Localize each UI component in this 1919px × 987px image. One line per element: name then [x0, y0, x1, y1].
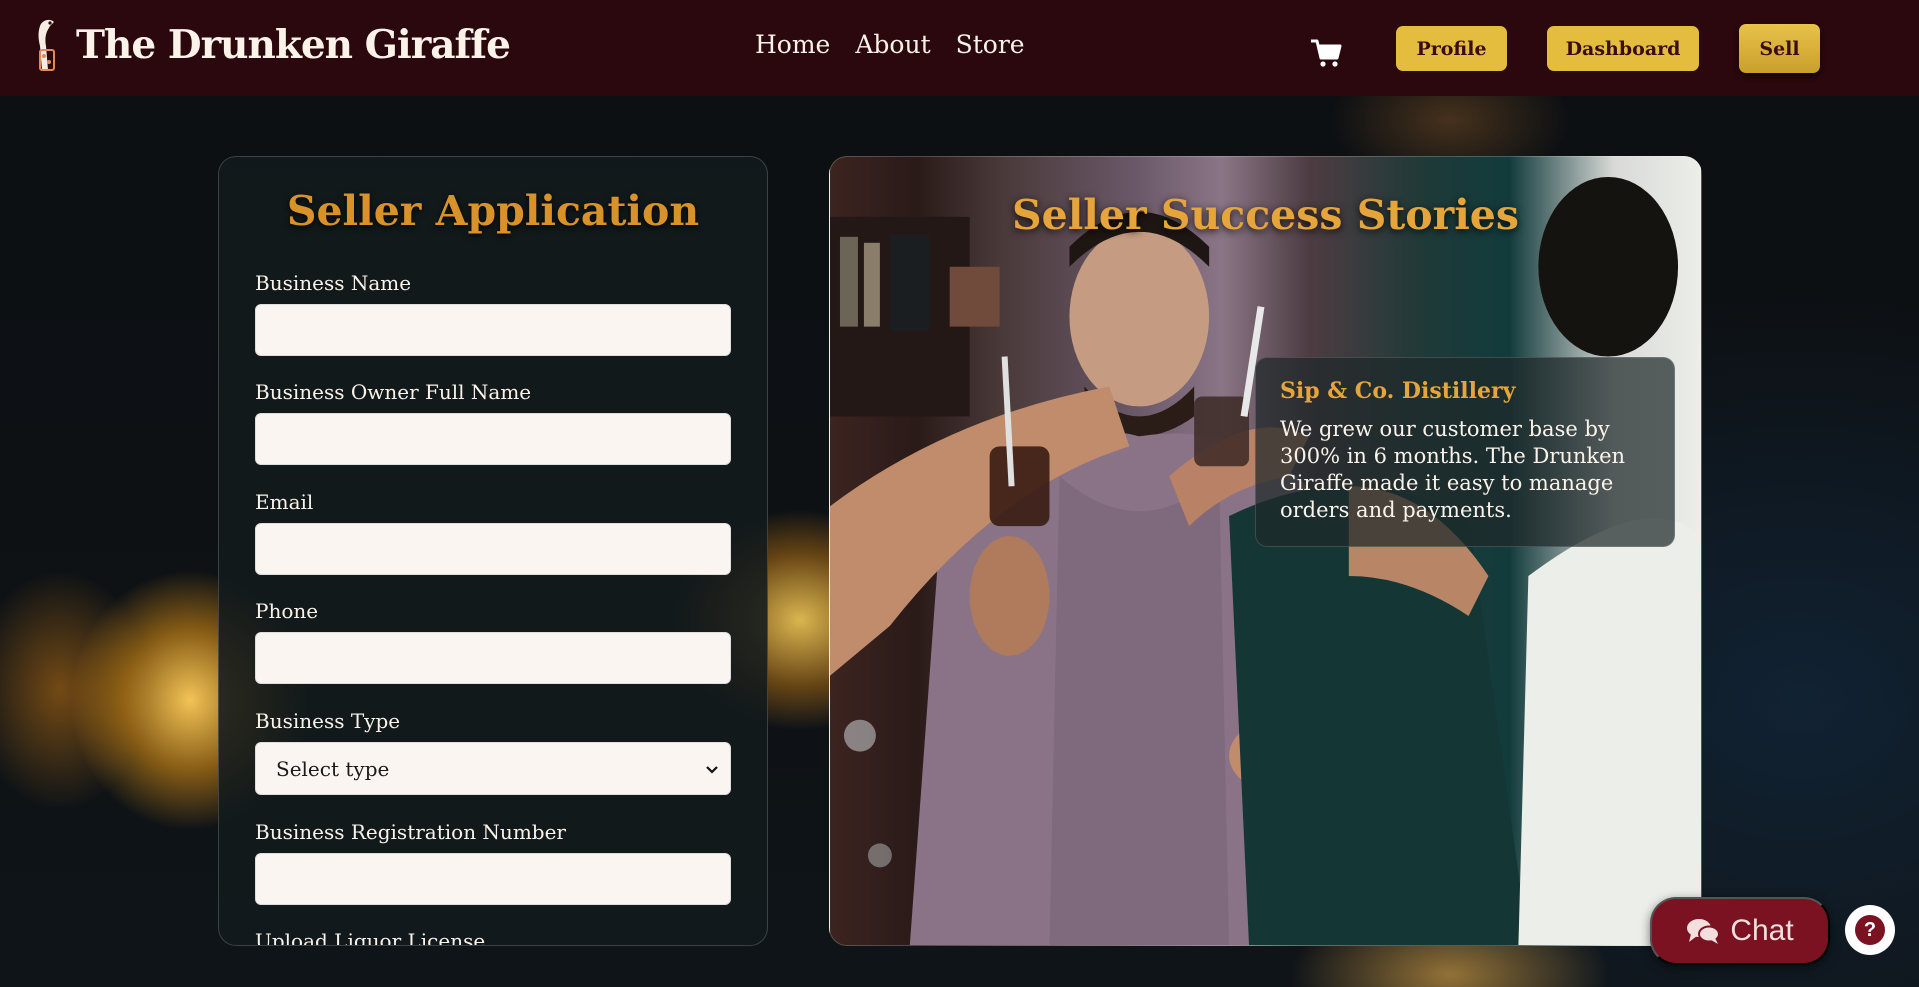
profile-button[interactable]: Profile — [1396, 26, 1507, 71]
phone-field[interactable] — [255, 632, 731, 684]
shopping-cart-icon[interactable] — [1310, 38, 1342, 68]
business-type-label: Business Type — [255, 709, 401, 733]
business-name-input[interactable] — [255, 304, 731, 356]
help-button[interactable]: ? — [1845, 905, 1895, 955]
success-stories-panel: Seller Success Stories Sip & Co. Distill… — [829, 156, 1702, 946]
business-name-label: Business Name — [255, 271, 412, 295]
email-field[interactable] — [255, 523, 731, 575]
testimonial-text: We grew our customer base by 300% in 6 m… — [1280, 417, 1626, 522]
business-type-selected: Select type — [276, 756, 390, 781]
chevron-down-icon — [706, 765, 718, 774]
chat-bubbles-icon — [1687, 919, 1721, 944]
seller-application-form: Seller Application Business Name Busines… — [218, 156, 768, 946]
nav-home[interactable]: Home — [755, 30, 830, 59]
giraffe-logo-icon — [38, 19, 55, 71]
nav-about[interactable]: About — [855, 30, 930, 59]
registration-number-label: Business Registration Number — [255, 820, 566, 844]
bar-patrons-photo — [830, 176, 1701, 945]
main-nav: Home About Store — [755, 30, 1025, 59]
testimonial-company: Sip & Co. Distillery — [1280, 378, 1516, 404]
chat-button[interactable]: Chat — [1650, 897, 1830, 965]
dashboard-button[interactable]: Dashboard — [1547, 26, 1699, 71]
help-icon: ? — [1855, 915, 1885, 945]
registration-number-input[interactable] — [255, 853, 731, 905]
email-label: Email — [255, 490, 314, 514]
form-title: Seller Application — [286, 187, 700, 235]
site-header: The Drunken Giraffe Home About Store Pro… — [0, 0, 1919, 96]
liquor-license-label: Upload Liquor License — [255, 929, 486, 946]
nav-store[interactable]: Store — [956, 30, 1025, 59]
owner-name-label: Business Owner Full Name — [255, 380, 532, 404]
sell-button[interactable]: Sell — [1739, 24, 1820, 73]
brand-logo[interactable]: The Drunken Giraffe — [30, 16, 511, 74]
phone-label: Phone — [255, 599, 319, 623]
chat-label: Chat — [1730, 914, 1794, 947]
testimonial-card: Sip & Co. Distillery We grew our custome… — [1255, 357, 1675, 547]
owner-name-input[interactable] — [255, 413, 731, 465]
brand-name: The Drunken Giraffe — [76, 22, 511, 68]
stories-title: Seller Success Stories — [1012, 191, 1519, 239]
business-type-select[interactable]: Select type — [255, 742, 731, 795]
